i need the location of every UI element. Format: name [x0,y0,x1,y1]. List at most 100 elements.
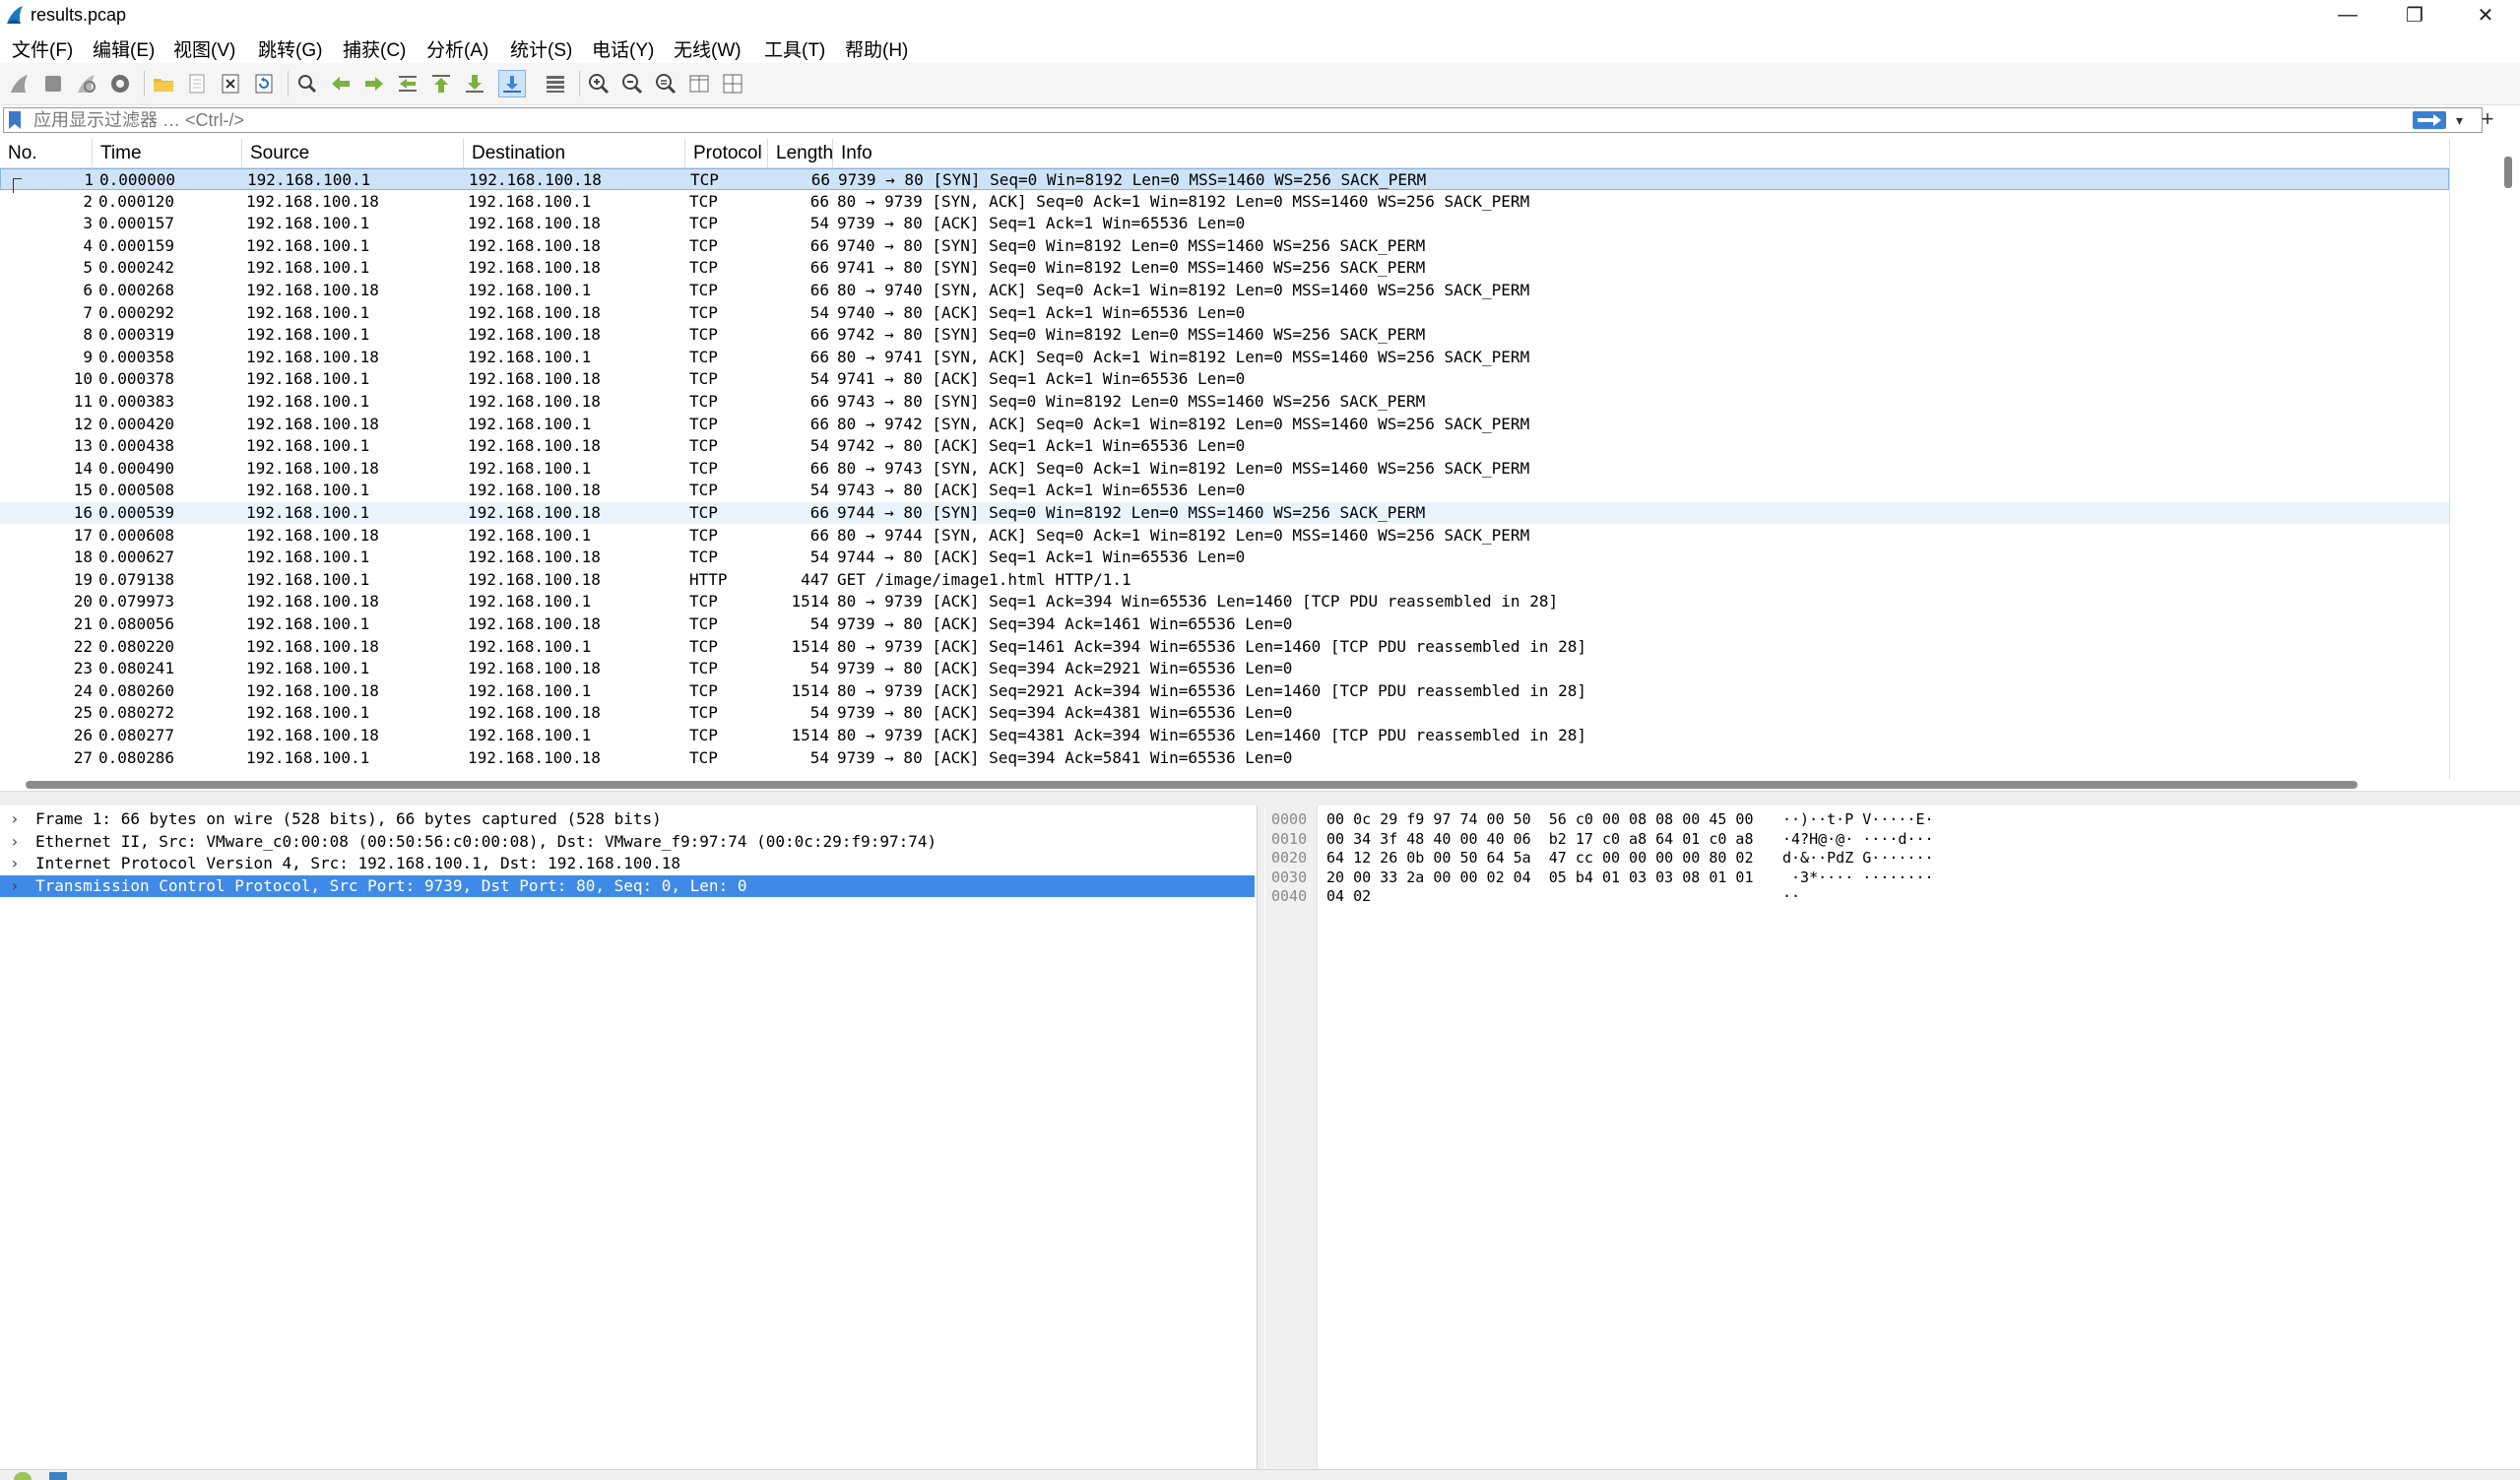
packet-row[interactable]: 21 0.080056 192.168.100.1 192.168.100.18 TCP… [0,613,2449,635]
expand-arrow-icon[interactable]: › [10,808,20,830]
shark-fin-start-icon[interactable] [6,70,33,97]
go-back-icon[interactable] [327,70,355,97]
column-header-no[interactable]: No. [0,139,93,167]
menu-telephony[interactable]: 电话(Y) [592,35,654,62]
packet-row[interactable]: 8 0.000319 192.168.100.1 192.168.100.18 TCP 6… [0,324,2449,346]
packet-time: 0.080056 [98,614,175,633]
add-filter-button[interactable]: + [2478,108,2497,130]
detail-tree-item[interactable]: › Ethernet II, Src: VMware_c0:00:08 (00:5… [0,831,1255,853]
menu-wireless[interactable]: 无线(W) [674,35,742,62]
menu-capture[interactable]: 捕获(C) [343,35,406,62]
detail-tree-item[interactable]: › Internet Protocol Version 4, Src: 192.1… [0,853,1255,874]
detail-tree-item[interactable]: › Frame 1: 66 bytes on wire (528 bits), 6… [0,808,1255,830]
menu-file[interactable]: 文件(F) [12,35,73,62]
packet-row[interactable]: 12 0.000420 192.168.100.18 192.168.100.1 TCP… [0,414,2449,435]
resize-columns-icon[interactable] [685,70,713,97]
packet-row[interactable]: 3 0.000157 192.168.100.1 192.168.100.18 TCP 5… [0,213,2449,234]
close-file-icon[interactable] [217,70,244,97]
column-header-length[interactable]: Length [768,139,833,167]
packet-row[interactable]: 24 0.080260 192.168.100.18 192.168.100.1 TCP… [0,680,2449,702]
capture-options-icon[interactable] [106,70,134,97]
packet-row[interactable]: 2 0.000120 192.168.100.18 192.168.100.1 TCP 6… [0,191,2449,213]
go-to-packet-icon[interactable] [394,70,421,97]
expand-arrow-icon[interactable]: › [10,853,20,874]
packet-row[interactable]: 6 0.000268 192.168.100.18 192.168.100.1 TCP 6… [0,280,2449,301]
menu-view[interactable]: 视图(V) [173,35,235,62]
menu-analyze[interactable]: 分析(A) [426,35,488,62]
restore-button[interactable]: ❐ [2381,0,2448,30]
menu-edit[interactable]: 编辑(E) [93,35,155,62]
menu-help[interactable]: 帮助(H) [845,35,908,62]
packet-row[interactable]: 17 0.000608 192.168.100.18 192.168.100.1 TCP… [0,525,2449,547]
packet-row[interactable]: 27 0.080286 192.168.100.1 192.168.100.18 TCP… [0,747,2449,769]
packet-row[interactable]: 5 0.000242 192.168.100.1 192.168.100.18 TCP 6… [0,257,2449,279]
bytes-hex[interactable]: 20 00 33 2a 00 00 02 04 05 b4 01 03 03 0… [1326,868,1753,887]
menu-go[interactable]: 跳转(G) [258,35,322,62]
packet-row[interactable]: 10 0.000378 192.168.100.1 192.168.100.18 TCP… [0,368,2449,390]
colorize-icon[interactable] [542,70,569,97]
restart-capture-icon[interactable] [73,70,100,97]
bytes-ascii[interactable]: ·3*···· ········ [1782,868,1934,887]
column-header-destination[interactable]: Destination [464,139,685,167]
zoom-in-icon[interactable] [585,70,613,97]
pane-splitter-vertical[interactable] [1258,805,1264,1469]
bytes-hex[interactable]: 00 34 3f 48 40 00 40 06 b2 17 c0 a8 64 0… [1326,829,1753,849]
packet-row[interactable]: 9 0.000358 192.168.100.18 192.168.100.1 TCP 6… [0,347,2449,368]
packet-list-horizontal-scrollbar[interactable] [0,777,2449,791]
pane-splitter[interactable] [0,791,2520,806]
packet-row[interactable]: 22 0.080220 192.168.100.18 192.168.100.1 TCP… [0,636,2449,658]
scrollbar-thumb[interactable] [2504,157,2512,188]
open-folder-icon[interactable] [150,70,177,97]
packet-row[interactable]: 4 0.000159 192.168.100.1 192.168.100.18 TCP 6… [0,235,2449,257]
bytes-hex[interactable]: 00 0c 29 f9 97 74 00 50 56 c0 00 08 08 0… [1326,809,1753,829]
reload-icon[interactable] [250,70,278,97]
expand-arrow-icon[interactable]: › [10,831,20,853]
column-header-protocol[interactable]: Protocol [685,139,768,167]
menu-tools[interactable]: 工具(T) [764,35,825,62]
column-header-info[interactable]: Info [833,139,2449,167]
packet-row[interactable]: 19 0.079138 192.168.100.1 192.168.100.18 HTT… [0,569,2449,591]
last-packet-icon[interactable] [461,70,488,97]
packet-row[interactable]: 1 0.000000 192.168.100.1 192.168.100.18 TCP 6… [0,168,2449,193]
apply-filter-arrow-icon[interactable] [2413,111,2446,129]
stop-capture-icon[interactable] [39,70,67,97]
packet-row[interactable]: 26 0.080277 192.168.100.18 192.168.100.1 TCP… [0,725,2449,746]
first-packet-icon[interactable] [427,70,455,97]
expand-arrow-icon[interactable]: › [10,875,20,897]
display-filter-input[interactable] [33,109,2377,131]
file-set-icon[interactable] [183,70,211,97]
normal-size-icon[interactable] [652,70,679,97]
bytes-ascii[interactable]: ··)··t·P V·····E· [1782,809,1934,829]
minimize-button[interactable]: — [2314,0,2381,30]
find-packet-icon[interactable] [293,70,321,97]
bytes-ascii[interactable]: d·&··PdZ G······· [1782,848,1934,868]
close-window-button[interactable]: ✕ [2452,0,2519,30]
detail-tree-item[interactable]: › Transmission Control Protocol, Src Port… [0,874,1255,897]
autoscroll-icon[interactable] [498,70,526,97]
bytes-hex[interactable]: 04 02 [1326,886,1371,906]
bookmark-icon[interactable] [8,111,22,129]
menu-statistics[interactable]: 统计(S) [510,35,572,62]
column-header-source[interactable]: Source [242,139,464,167]
column-header-time[interactable]: Time [93,139,242,167]
packet-row[interactable]: 20 0.079973 192.168.100.18 192.168.100.1 TCP… [0,591,2449,612]
go-forward-icon[interactable] [360,70,388,97]
packet-row[interactable]: 15 0.000508 192.168.100.1 192.168.100.18 TCP… [0,480,2449,501]
packet-row[interactable]: 13 0.000438 192.168.100.1 192.168.100.18 TCP… [0,435,2449,457]
packet-row[interactable]: 14 0.000490 192.168.100.18 192.168.100.1 TCP… [0,458,2449,480]
packet-list-vertical-scrollbar[interactable] [2449,139,2520,779]
packet-row[interactable]: 11 0.000383 192.168.100.1 192.168.100.18 TCP… [0,391,2449,413]
packet-row[interactable]: 16 0.000539 192.168.100.1 192.168.100.18 TCP… [0,502,2449,524]
packet-length: 54 [809,747,829,767]
packet-row[interactable]: 25 0.080272 192.168.100.1 192.168.100.18 TCP… [0,702,2449,724]
packet-row[interactable]: 23 0.080241 192.168.100.1 192.168.100.18 TCP… [0,658,2449,679]
zoom-out-icon[interactable] [618,70,646,97]
packet-row[interactable]: 7 0.000292 192.168.100.1 192.168.100.18 TCP 5… [0,302,2449,324]
bytes-ascii[interactable]: ·4?H@·@· ····d··· [1782,829,1934,849]
layout-icon[interactable] [719,70,746,97]
scrollbar-thumb[interactable] [26,781,2358,789]
bytes-ascii[interactable]: ·· [1782,886,1800,906]
filter-history-dropdown-icon[interactable]: ▾ [2456,112,2463,129]
packet-row[interactable]: 18 0.000627 192.168.100.1 192.168.100.18 TCP… [0,547,2449,568]
bytes-hex[interactable]: 64 12 26 0b 00 50 64 5a 47 cc 00 00 00 0… [1326,848,1753,868]
